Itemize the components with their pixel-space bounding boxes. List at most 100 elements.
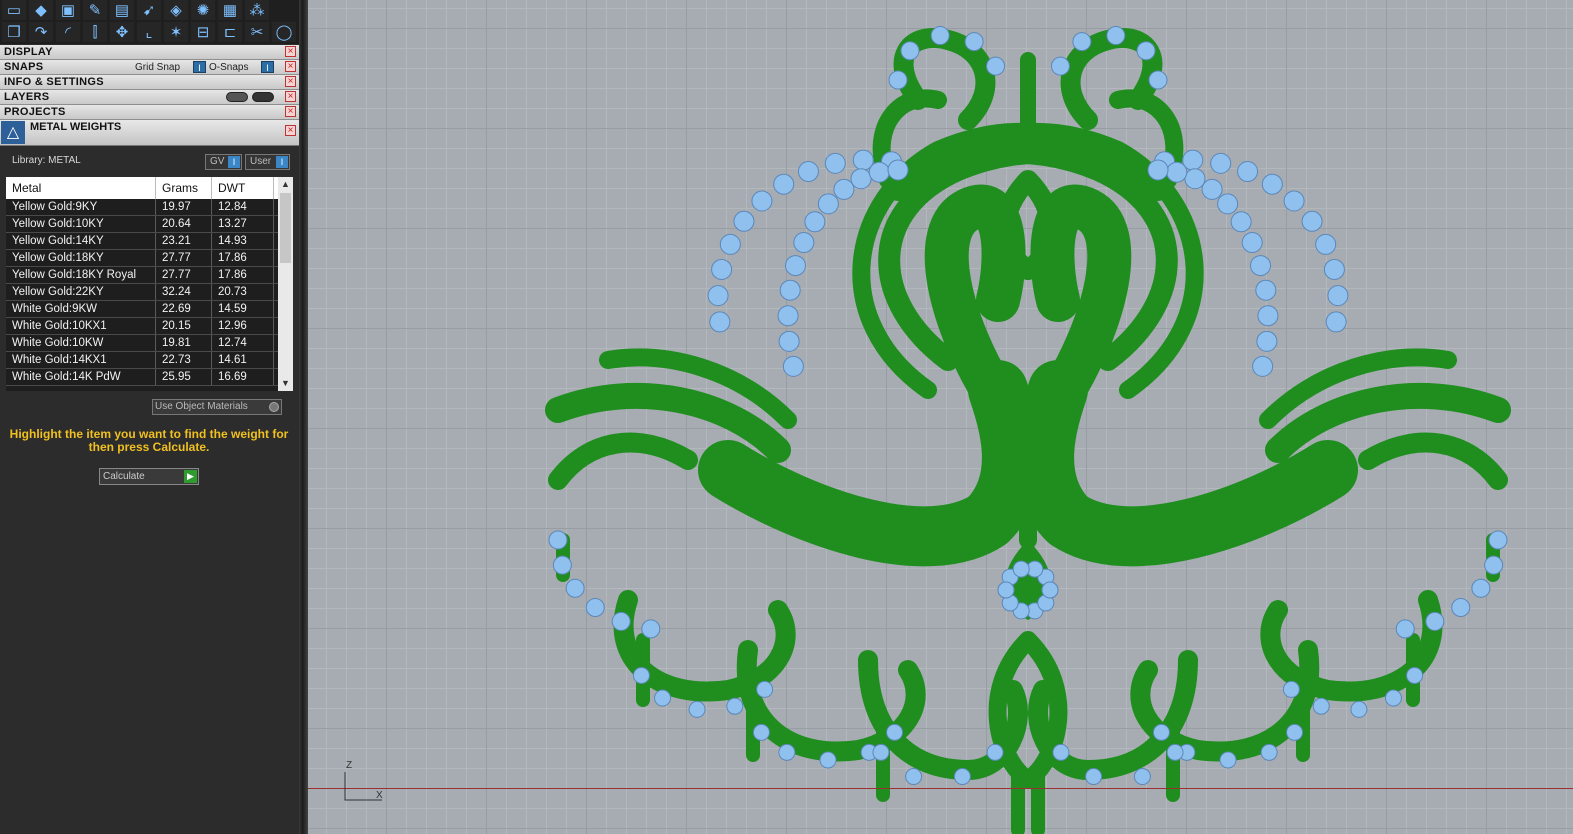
table-row[interactable]: Yellow Gold:10KY 20.64 13.27 — [6, 216, 278, 233]
snaps-title: SNAPS — [4, 61, 44, 73]
snaps-panel-header[interactable]: SNAPS Grid Snap I O-Snaps I × — [0, 60, 299, 75]
grid-snap-toggle[interactable]: I — [193, 61, 206, 73]
arrow-icon[interactable]: ➹ — [137, 0, 161, 20]
pipe-icon[interactable]: ⫿ — [83, 22, 107, 42]
user-label: User — [250, 156, 272, 167]
scroll-up-icon[interactable]: ▲ — [278, 177, 293, 192]
close-icon[interactable]: × — [285, 76, 296, 87]
table-row[interactable]: White Gold:14K PdW 25.95 16.69 — [6, 369, 278, 386]
table-header: Metal Grams DWT — [6, 177, 278, 199]
layer-visibility-icon[interactable] — [226, 92, 248, 102]
close-icon[interactable]: × — [285, 106, 296, 117]
diamond-icon[interactable]: ◆ — [29, 0, 53, 20]
gv-toggle[interactable]: GV I — [205, 154, 242, 170]
close-icon[interactable]: × — [285, 125, 296, 136]
sun-icon[interactable]: ✺ — [191, 0, 215, 20]
fan-icon[interactable]: ✶ — [164, 22, 188, 42]
x-axis-line — [308, 788, 1573, 789]
column-header-grams[interactable]: Grams — [156, 177, 212, 199]
grams-cell: 23.21 — [156, 233, 212, 249]
dwt-cell: 20.73 — [212, 284, 274, 300]
table-row[interactable]: Yellow Gold:22KY 32.24 20.73 — [6, 284, 278, 301]
grams-cell: 19.97 — [156, 199, 212, 215]
move-icon[interactable]: ✥ — [110, 22, 134, 42]
grid-icon[interactable]: ▦ — [218, 0, 242, 20]
info-settings-panel-header[interactable]: INFO & SETTINGS × — [0, 75, 299, 90]
plane-icon[interactable]: ▭ — [2, 0, 26, 20]
panel-divider[interactable] — [299, 0, 308, 834]
curve-icon[interactable]: ↷ — [29, 22, 53, 42]
scissors-icon[interactable]: ✂ — [245, 22, 269, 42]
arc-icon[interactable]: ◜ — [56, 22, 80, 42]
calculate-button[interactable]: Calculate ▶ — [99, 468, 199, 485]
dwt-cell: 14.61 — [212, 352, 274, 368]
column-header-dwt[interactable]: DWT — [212, 177, 274, 199]
corner-icon[interactable]: ⌞ — [137, 22, 161, 42]
info-settings-title: INFO & SETTINGS — [4, 76, 104, 88]
table-row[interactable]: Yellow Gold:14KY 23.21 14.93 — [6, 233, 278, 250]
metal-cell: Yellow Gold:14KY — [6, 233, 156, 249]
table-row[interactable]: Yellow Gold:9KY 19.97 12.84 — [6, 199, 278, 216]
projects-panel-header[interactable]: PROJECTS × — [0, 105, 299, 120]
column-header-metal[interactable]: Metal — [6, 177, 156, 199]
table-row[interactable]: White Gold:14KX1 22.73 14.61 — [6, 352, 278, 369]
dwt-cell: 17.86 — [212, 267, 274, 283]
dwt-cell: 14.59 — [212, 301, 274, 317]
gem-icon[interactable]: ◈ — [164, 0, 188, 20]
eye-icon[interactable] — [252, 92, 274, 102]
dwt-cell: 12.96 — [212, 318, 274, 334]
radio-icon — [269, 402, 279, 412]
dwt-cell: 17.86 — [212, 250, 274, 266]
cluster-icon[interactable]: ⁂ — [245, 0, 269, 20]
metal-cell: White Gold:9KW — [6, 301, 156, 317]
user-toggle[interactable]: User I — [245, 154, 290, 170]
table-scrollbar[interactable]: ▲ ▼ — [278, 177, 293, 391]
metal-cell: White Gold:10KX1 — [6, 318, 156, 334]
left-panel: ▭ ◆ ▣ ✎ ▤ ➹ ◈ ✺ ▦ ⁂ ❒ ↷ ◜ ⫿ ✥ ⌞ ✶ ⊟ ⊏ ✂ ◯ DISPLAY × SNAPS G… — [0, 0, 299, 834]
scroll-thumb[interactable] — [280, 193, 291, 263]
metal-weights-header[interactable]: △ METAL WEIGHTS × — [0, 120, 299, 146]
table-row[interactable]: White Gold:10KX1 20.15 12.96 — [6, 318, 278, 335]
layers-panel-header[interactable]: LAYERS × — [0, 90, 299, 105]
calculate-label: Calculate — [103, 471, 145, 482]
grams-cell: 19.81 — [156, 335, 212, 351]
cubes-icon[interactable]: ❒ — [2, 22, 26, 42]
projects-title: PROJECTS — [4, 106, 66, 118]
box-icon[interactable]: ▣ — [56, 0, 80, 20]
document-icon[interactable]: ▤ — [110, 0, 134, 20]
table-row[interactable]: White Gold:9KW 22.69 14.59 — [6, 301, 278, 318]
table-row[interactable]: Yellow Gold:18KY Royal 27.77 17.86 — [6, 267, 278, 284]
close-icon[interactable]: × — [285, 61, 296, 72]
jewelry-model[interactable] — [308, 0, 1573, 834]
metal-cell: Yellow Gold:22KY — [6, 284, 156, 300]
grams-cell: 22.73 — [156, 352, 212, 368]
grams-cell: 20.15 — [156, 318, 212, 334]
display-panel-header[interactable]: DISPLAY × — [0, 45, 299, 60]
axis-x-label: X — [376, 790, 383, 801]
ring-icon[interactable]: ◯ — [272, 22, 296, 42]
metal-weights-logo-icon: △ — [1, 121, 25, 144]
gv-label: GV — [210, 156, 225, 167]
table-row[interactable]: Yellow Gold:18KY 27.77 17.86 — [6, 250, 278, 267]
close-icon[interactable]: × — [285, 46, 296, 57]
bracket-icon[interactable]: ⊏ — [218, 22, 242, 42]
dwt-cell: 16.69 — [212, 369, 274, 385]
use-object-materials-toggle[interactable]: Use Object Materials — [152, 399, 282, 415]
metal-table: Metal Grams DWT Yellow Gold:9KY 19.97 12.8… — [6, 177, 293, 391]
dwt-cell: 12.84 — [212, 199, 274, 215]
table-body: Yellow Gold:9KY 19.97 12.84 Yellow Gold:10K… — [6, 199, 278, 386]
metal-weights-title: METAL WEIGHTS — [30, 121, 122, 133]
grams-cell: 32.24 — [156, 284, 212, 300]
toolbar: ▭ ◆ ▣ ✎ ▤ ➹ ◈ ✺ ▦ ⁂ ❒ ↷ ◜ ⫿ ✥ ⌞ ✶ ⊟ ⊏ ✂ ◯ — [0, 0, 299, 44]
play-icon: ▶ — [184, 470, 197, 483]
close-icon[interactable]: × — [285, 91, 296, 102]
grams-cell: 27.77 — [156, 267, 212, 283]
metal-cell: White Gold:14KX1 — [6, 352, 156, 368]
scroll-down-icon[interactable]: ▼ — [278, 376, 293, 391]
table-row[interactable]: White Gold:10KW 19.81 12.74 — [6, 335, 278, 352]
brush-icon[interactable]: ✎ — [83, 0, 107, 20]
library-label: Library: METAL — [12, 155, 81, 166]
link-icon[interactable]: ⊟ — [191, 22, 215, 42]
o-snaps-toggle[interactable]: I — [261, 61, 274, 73]
3d-viewport[interactable]: Z X — [308, 0, 1573, 834]
